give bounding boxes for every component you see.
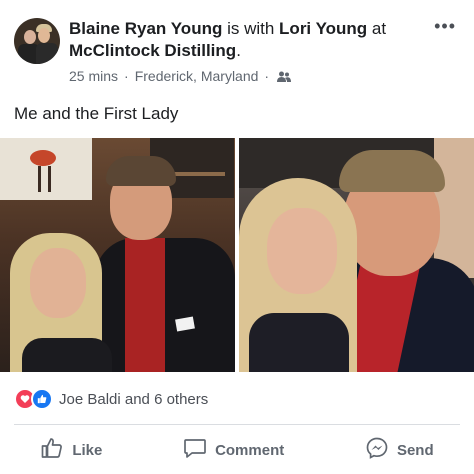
comment-button[interactable]: Comment [183, 436, 284, 464]
author-avatar[interactable] [14, 18, 60, 64]
post-header: Blaine Ryan Young is with Lori Young at … [14, 14, 464, 89]
like-icon [31, 388, 53, 410]
photo-grid [0, 138, 474, 372]
post-time[interactable]: 25 mins [69, 68, 118, 84]
send-label: Send [396, 441, 434, 459]
thumbs-up-icon [40, 436, 64, 464]
send-button[interactable]: Send [365, 436, 434, 464]
comment-label: Comment [215, 441, 285, 459]
messenger-icon [365, 436, 389, 464]
with-text: is with [227, 19, 275, 38]
photo-2[interactable] [239, 138, 474, 372]
friends-audience-icon[interactable] [277, 70, 292, 82]
like-label: Like [72, 441, 103, 459]
comment-bubble-icon [183, 436, 207, 464]
at-text: at [371, 19, 387, 38]
reaction-icons [14, 388, 53, 410]
place-suffix: . [236, 41, 241, 60]
meta-separator: · [124, 68, 129, 84]
author-name-link[interactable]: Blaine Ryan Young [69, 19, 222, 38]
post-meta: 25 mins · Frederick, Maryland · [69, 68, 292, 84]
photo-1[interactable] [0, 138, 235, 372]
meta-separator: · [264, 68, 270, 84]
divider [14, 424, 460, 425]
reaction-text: Joe Baldi and 6 others [59, 390, 209, 408]
place-link[interactable]: McClintock Distilling [69, 41, 236, 60]
tagged-user-link[interactable]: Lori Young [279, 19, 367, 38]
post-caption: Me and the First Lady [14, 104, 179, 123]
post-location[interactable]: Frederick, Maryland [135, 68, 259, 84]
post-actions: Like Comment Send [0, 434, 474, 466]
reaction-summary[interactable]: Joe Baldi and 6 others [14, 388, 208, 410]
more-options-icon[interactable]: ••• [434, 16, 456, 37]
post-title: Blaine Ryan Young is with Lori Young at … [69, 18, 429, 62]
like-button[interactable]: Like [40, 436, 102, 464]
